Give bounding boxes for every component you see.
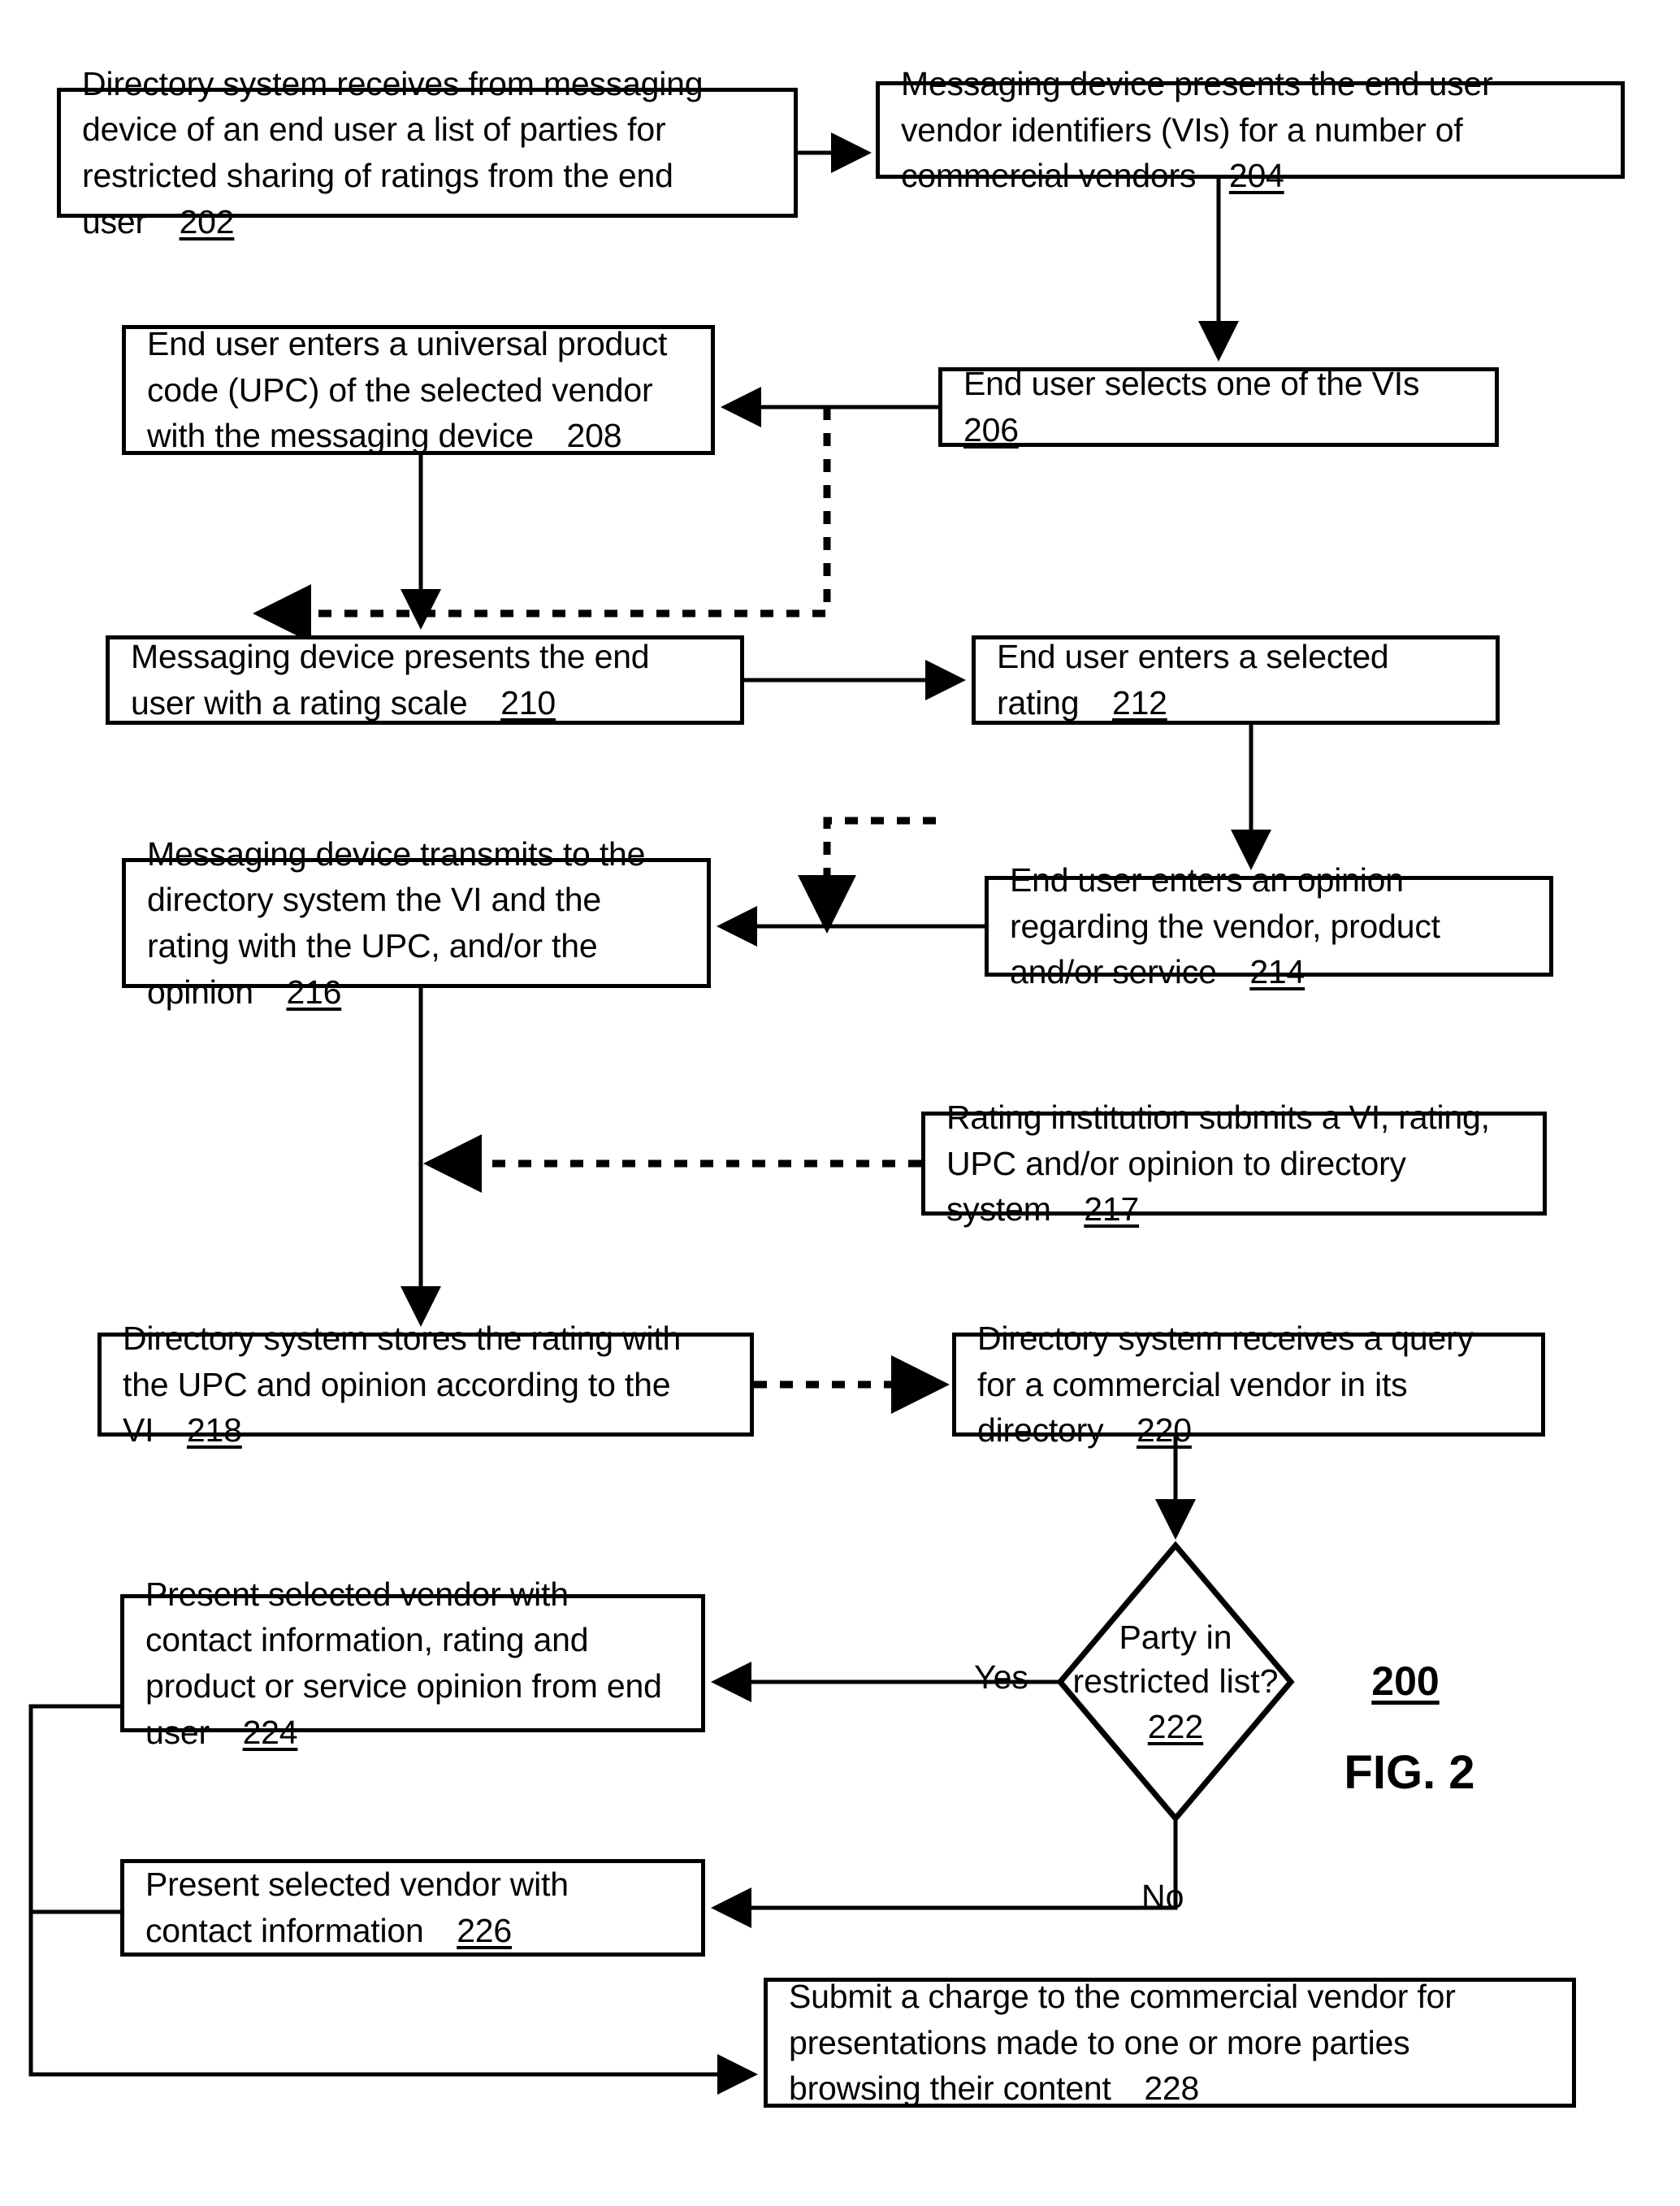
step-210[interactable]: Messaging device presents the end user w… <box>106 635 744 725</box>
step-224-text: Present selected vendor with contact inf… <box>145 1575 662 1751</box>
step-226-text: Present selected vendor with contact inf… <box>145 1866 569 1949</box>
step-216-ref: 216 <box>286 973 342 1011</box>
step-217[interactable]: Rating institution submits a VI, rating,… <box>921 1099 1547 1228</box>
step-218-ref: 218 <box>186 1411 242 1450</box>
step-220-text: Directory system receives a query for a … <box>977 1320 1474 1450</box>
step-217-ref: 217 <box>1084 1190 1140 1229</box>
step-202-text: Directory system receives from messaging… <box>82 64 704 241</box>
step-206-text: End user selects one of the VIs 206 <box>963 365 1453 449</box>
step-226-ref: 226 <box>457 1912 513 1949</box>
step-224[interactable]: Present selected vendor with contact inf… <box>120 1575 705 1751</box>
step-210-ref: 210 <box>500 684 556 722</box>
step-202[interactable]: Directory system receives from messaging… <box>57 65 798 241</box>
step-220-ref: 220 <box>1137 1411 1192 1450</box>
step-208-ref: 208 <box>566 417 622 455</box>
decision-222[interactable]: Party in restricted list? 222 <box>1054 1540 1297 1824</box>
figure-number: 200 <box>1371 1658 1440 1704</box>
step-216-text: Messaging device transmits to the direct… <box>147 834 646 1011</box>
step-218[interactable]: Directory system stores the rating with … <box>97 1320 754 1449</box>
edge-label-yes: Yes <box>974 1658 1028 1696</box>
step-204[interactable]: Messaging device presents the end user v… <box>876 65 1625 194</box>
step-217-text: Rating institution submits a VI, rating,… <box>946 1099 1490 1229</box>
figure-canvas: Directory system receives from messaging… <box>0 0 1680 2206</box>
step-214-text: End user enters an opinion regarding the… <box>1010 861 1440 991</box>
step-228-text: Submit a charge to the commercial vendor… <box>789 1978 1456 2108</box>
step-216[interactable]: Messaging device transmits to the direct… <box>122 835 711 1011</box>
step-212[interactable]: End user enters a selected rating 212 <box>972 635 1500 725</box>
step-214[interactable]: End user enters an opinion regarding the… <box>985 861 1553 990</box>
step-208[interactable]: End user enters a universal product code… <box>122 325 715 455</box>
figure-caption: FIG. 2 <box>1344 1746 1475 1799</box>
step-202-ref: 202 <box>179 202 235 241</box>
step-204-ref: 204 <box>1228 157 1284 195</box>
step-210-text: Messaging device presents the end user w… <box>131 638 650 722</box>
step-204-text: Messaging device presents the end user v… <box>901 65 1493 195</box>
step-228-ref: 228 <box>1144 2069 1200 2108</box>
edge-212-216-dotted <box>798 817 936 934</box>
step-212-text: End user enters a selected rating 212 <box>997 638 1389 722</box>
step-212-ref: 212 <box>1111 684 1167 722</box>
step-228[interactable]: Submit a charge to the commercial vendor… <box>764 1978 1576 2108</box>
step-208-text: End user enters a universal product code… <box>147 325 668 455</box>
step-214-ref: 214 <box>1249 953 1305 991</box>
step-206-ref: 206 <box>963 411 1019 449</box>
step-206[interactable]: End user selects one of the VIs 206 <box>938 365 1499 449</box>
step-226[interactable]: Present selected vendor with contact inf… <box>120 1859 705 1957</box>
step-224-ref: 224 <box>242 1713 298 1751</box>
step-220[interactable]: Directory system receives a query for a … <box>952 1320 1545 1449</box>
step-218-text: Directory system stores the rating with … <box>123 1320 682 1450</box>
edge-222-226-no <box>711 1818 1178 1928</box>
edge-label-no: No <box>1141 1878 1184 1915</box>
